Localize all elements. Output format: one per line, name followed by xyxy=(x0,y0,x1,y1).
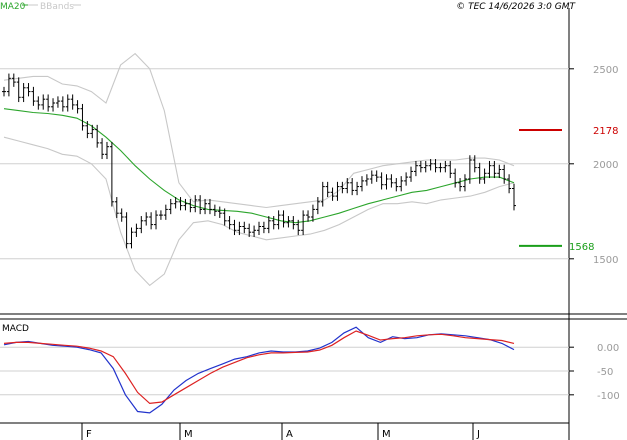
macd-panel-label: MACD xyxy=(2,324,29,334)
x-tick-label: A xyxy=(286,429,293,440)
y-tick-label: 2000 xyxy=(593,160,618,171)
resistance-label: 2178 xyxy=(593,126,618,137)
stock-chart: 250020001500 0.00-50-100 21781568 FMAMJ … xyxy=(0,0,627,440)
x-tick-label: M xyxy=(184,429,193,440)
macd-y-tick-label: 0.00 xyxy=(597,343,619,354)
y-tick-label: 2500 xyxy=(593,65,618,76)
x-tick-label: F xyxy=(86,429,92,440)
macd-y-tick-label: -100 xyxy=(597,391,620,402)
ma20-legend-label: MA20 xyxy=(0,2,26,12)
macd-y-tick-label: -50 xyxy=(597,367,613,378)
timestamp: © TEC 14/6/2026 3:0 GMT xyxy=(456,2,576,12)
bbands-legend-label: BBands xyxy=(40,2,74,12)
x-tick-label: M xyxy=(382,429,391,440)
support-label: 1568 xyxy=(569,242,594,253)
y-tick-label: 1500 xyxy=(593,255,618,266)
x-tick-label: J xyxy=(476,429,480,440)
